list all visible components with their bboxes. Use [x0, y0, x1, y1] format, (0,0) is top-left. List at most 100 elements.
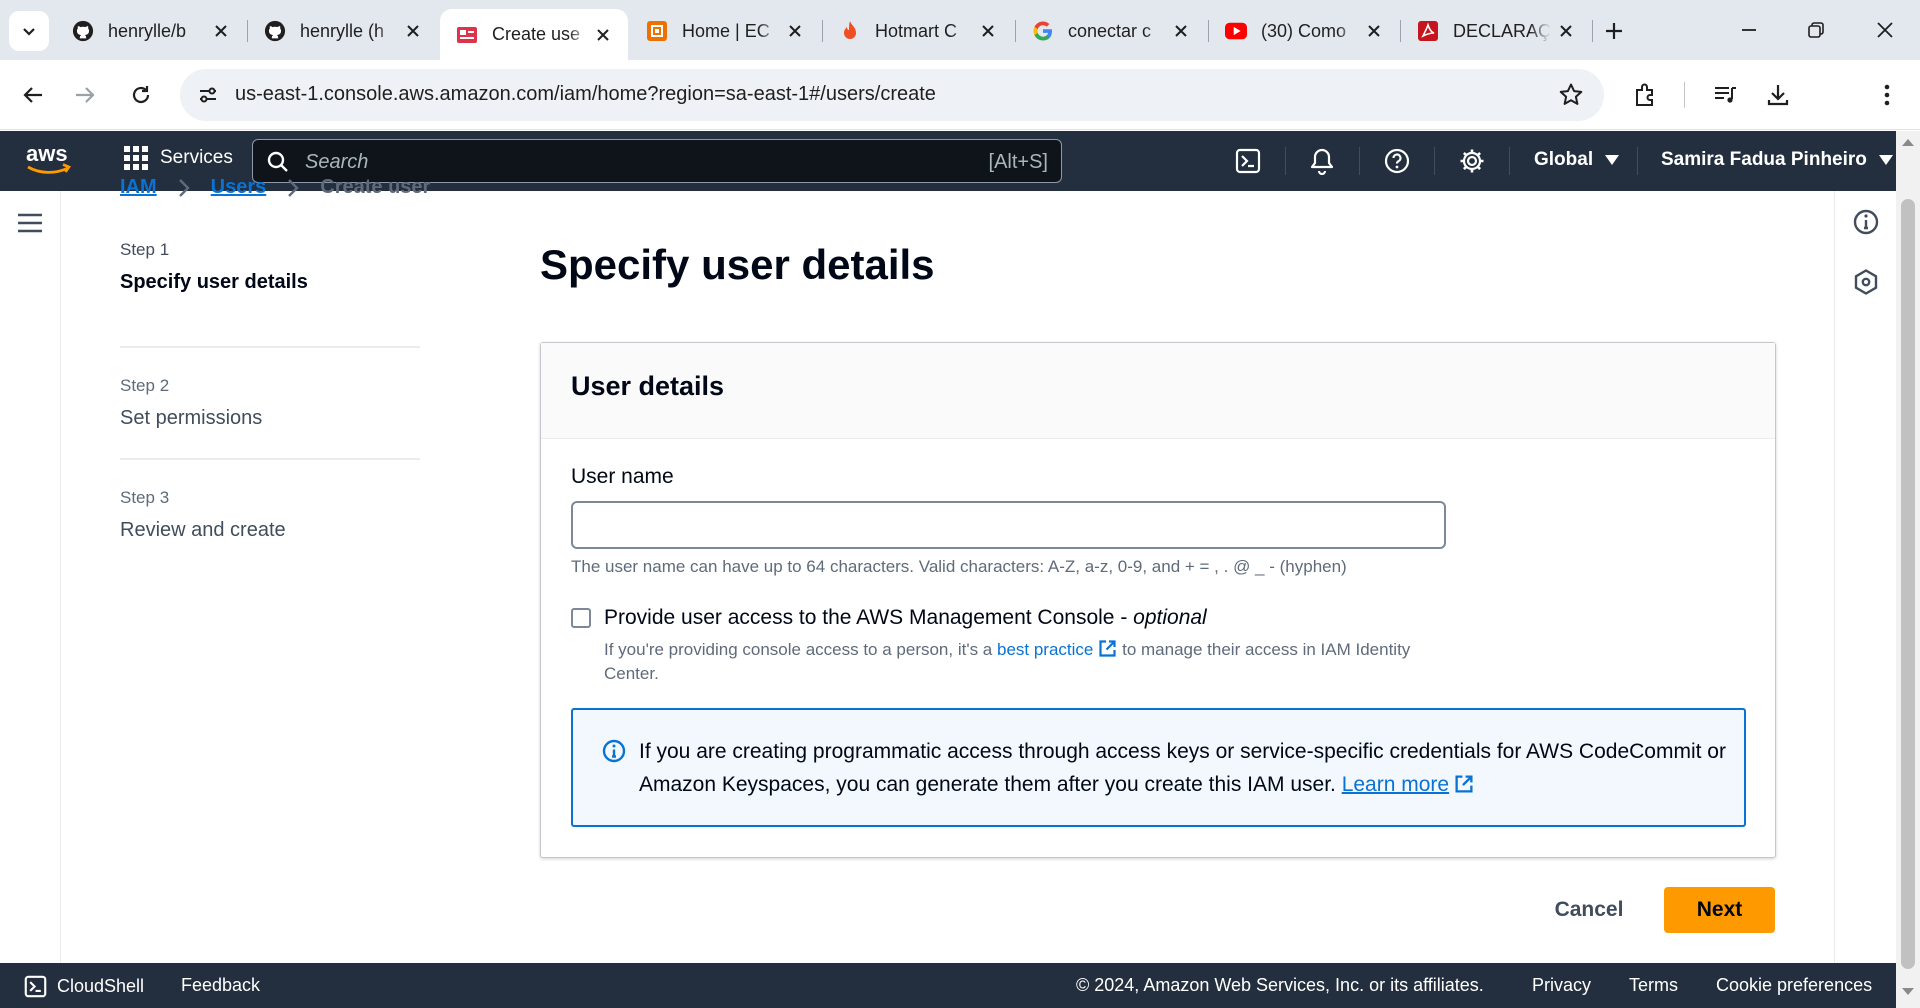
bookmark-star-icon[interactable] [1558, 82, 1584, 108]
scroll-down-arrow-icon[interactable] [1902, 988, 1914, 995]
browser-toolbar: us-east-1.console.aws.amazon.com/iam/hom… [0, 60, 1920, 170]
reload-button[interactable] [120, 74, 162, 116]
console-access-label-text: Provide user access to the AWS Managemen… [604, 606, 1134, 629]
hotmart-icon [839, 20, 861, 42]
restore-button[interactable] [1792, 10, 1840, 50]
browser-tab[interactable]: henrylle (h [248, 11, 438, 51]
terms-link[interactable]: Terms [1629, 975, 1678, 996]
cloudshell-icon[interactable] [1232, 145, 1264, 177]
url-text[interactable]: us-east-1.console.aws.amazon.com/iam/hom… [235, 83, 936, 106]
aws-logo[interactable]: aws [25, 143, 73, 177]
cloudshell-icon [24, 975, 47, 998]
cookie-preferences-link[interactable]: Cookie preferences [1716, 975, 1872, 996]
minimize-button[interactable] [1725, 10, 1773, 50]
best-practice-link[interactable]: best practice [997, 640, 1117, 659]
aws-ec2-icon [646, 20, 668, 42]
step-name: Specify user details [120, 271, 308, 293]
breadcrumb-current: Create user [320, 176, 431, 198]
more-menu-icon[interactable] [1872, 80, 1902, 110]
learn-more-link[interactable]: Learn more [1342, 773, 1474, 796]
browser-tab-strip: henrylle/b henrylle (h Create use Home |… [0, 0, 1920, 60]
wizard-steps: Step 1 Specify user details Step 2 Set p… [120, 236, 420, 572]
console-access-desc-prefix: If you're providing console access to a … [604, 640, 997, 659]
close-icon [1877, 22, 1893, 38]
info-panel-icon[interactable] [1852, 208, 1880, 236]
right-tools-rail [1834, 191, 1896, 963]
step-name: Set permissions [120, 407, 263, 429]
address-bar[interactable]: us-east-1.console.aws.amazon.com/iam/hom… [180, 69, 1604, 121]
close-icon[interactable] [210, 20, 232, 42]
learn-more-link-text: Learn more [1341, 773, 1450, 796]
console-access-checkbox[interactable] [571, 608, 591, 628]
info-alert-message: If you are creating programmatic access … [639, 735, 1729, 801]
external-link-icon [1099, 640, 1116, 657]
restore-icon [1808, 22, 1824, 38]
tab-title: henrylle (h [300, 20, 385, 41]
settings-gear-icon[interactable] [1456, 145, 1488, 177]
best-practice-link-text: best practice [996, 640, 1094, 659]
left-nav-rail [0, 191, 61, 963]
step-number: Step 2 [120, 376, 170, 395]
breadcrumb-link-users[interactable]: Users [211, 176, 267, 199]
page-scrollbar[interactable] [1896, 131, 1920, 1008]
tab-title: henrylle/b [108, 20, 187, 41]
scroll-up-arrow-icon[interactable] [1902, 139, 1914, 146]
wizard-step-1[interactable]: Step 1 Specify user details [120, 236, 420, 348]
site-info-icon[interactable] [194, 81, 222, 109]
feedback-link[interactable]: Feedback [181, 975, 260, 996]
cancel-button[interactable]: Cancel [1534, 887, 1644, 933]
github-icon [264, 20, 286, 42]
header-separator [1509, 147, 1510, 175]
browser-tab-active[interactable]: Create use [440, 9, 628, 60]
search-icon [267, 151, 288, 172]
privacy-link[interactable]: Privacy [1532, 975, 1591, 996]
wizard-step-2[interactable]: Step 2 Set permissions [120, 348, 420, 460]
username-input[interactable] [571, 501, 1446, 549]
services-menu-button[interactable]: Services [124, 146, 233, 170]
browser-tab[interactable]: Home | EC [630, 11, 820, 51]
chevron-right-icon [178, 178, 190, 197]
account-menu[interactable]: Samira Fadua Pinheiro [1661, 149, 1893, 171]
browser-tab[interactable]: conectar c [1016, 11, 1206, 51]
region-selector[interactable]: Global [1534, 149, 1620, 171]
panel-title: User details [571, 371, 725, 401]
close-icon[interactable] [784, 20, 806, 42]
browser-tab[interactable]: Hotmart C [823, 11, 1013, 51]
close-icon[interactable] [402, 20, 424, 42]
search-placeholder: Search [305, 151, 369, 173]
notifications-bell-icon[interactable] [1306, 145, 1338, 177]
new-tab-button[interactable] [1597, 14, 1631, 48]
tab-title: (30) Como [1261, 20, 1347, 41]
close-icon[interactable] [592, 24, 614, 46]
close-icon[interactable] [1170, 20, 1192, 42]
region-label: Global [1534, 149, 1594, 170]
username-constraint-text: The user name can have up to 64 characte… [571, 557, 1347, 576]
forward-button[interactable] [64, 74, 106, 116]
chevron-right-icon [288, 178, 299, 197]
tab-search-button[interactable] [9, 11, 49, 51]
browser-tab[interactable]: DECLARAÇ [1401, 11, 1591, 51]
browser-tab[interactable]: (30) Como [1209, 11, 1399, 51]
extensions-icon[interactable] [1631, 80, 1661, 110]
scrollbar-thumb[interactable] [1901, 199, 1915, 969]
optional-tag: optional [1133, 606, 1207, 629]
menu-hamburger-icon[interactable] [17, 211, 43, 235]
close-window-button[interactable] [1861, 10, 1909, 50]
media-queue-icon[interactable] [1710, 80, 1740, 110]
back-button[interactable] [12, 74, 54, 116]
close-icon[interactable] [1555, 20, 1577, 42]
download-icon[interactable] [1763, 80, 1793, 110]
hexagon-tool-icon[interactable] [1852, 268, 1880, 296]
copyright-text: © 2024, Amazon Web Services, Inc. or its… [1076, 975, 1484, 995]
wizard-step-3[interactable]: Step 3 Review and create [120, 460, 420, 572]
help-icon[interactable] [1381, 145, 1413, 177]
google-icon [1032, 20, 1054, 42]
console-access-label[interactable]: Provide user access to the AWS Managemen… [604, 606, 1207, 630]
breadcrumb-link-iam[interactable]: IAM [120, 176, 157, 199]
close-icon[interactable] [1363, 20, 1385, 42]
username-label: User name [571, 465, 674, 488]
browser-tab[interactable]: henrylle/b [56, 11, 246, 51]
cloudshell-footer-button[interactable]: CloudShell [24, 975, 144, 998]
next-button[interactable]: Next [1664, 887, 1775, 933]
close-icon[interactable] [977, 20, 999, 42]
